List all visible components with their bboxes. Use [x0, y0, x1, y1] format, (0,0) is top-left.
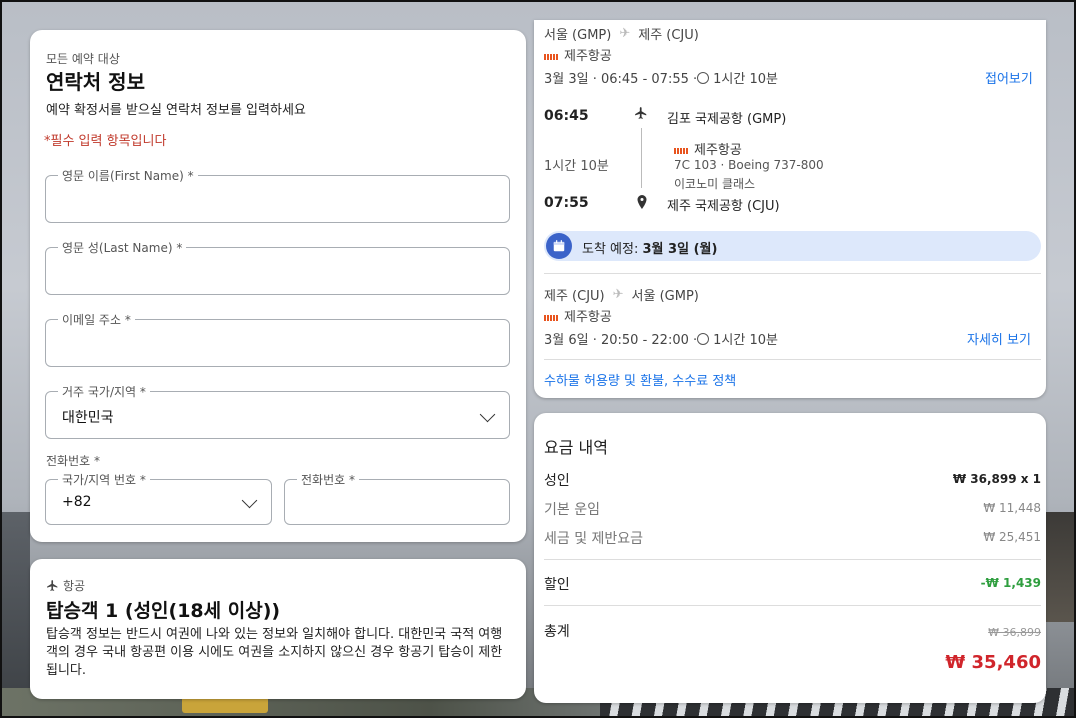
outbound-route: 서울 (GMP) ✈ 제주 (CJU): [544, 24, 699, 43]
location-pin-icon: [636, 194, 648, 213]
base-fare-label: 기본 운임: [544, 502, 600, 518]
outbound-airline-name: 제주항공: [564, 49, 612, 64]
last-name-field[interactable]: 영문 성(Last Name) *: [45, 239, 510, 295]
details-link[interactable]: 자세히 보기: [967, 329, 1031, 348]
return-route: 제주 (CJU) ✈ 서울 (GMP): [544, 285, 699, 304]
email-field[interactable]: 이메일 주소 *: [45, 311, 510, 367]
outbound-to: 제주 (CJU): [638, 28, 699, 43]
contact-eyebrow: 모든 예약 대상: [46, 52, 120, 66]
phone-number-field[interactable]: 전화번호 *: [284, 471, 510, 525]
outbound-airline: 제주항공: [544, 45, 612, 64]
country-select[interactable]: 거주 국가/지역 * 대한민국: [45, 383, 510, 439]
outbound-summary-text: 3월 3일 · 06:45 - 07:55 ·: [544, 72, 698, 87]
first-name-field[interactable]: 영문 이름(First Name) *: [45, 167, 510, 223]
phone-code-select[interactable]: 국가/지역 번호 * +82: [45, 471, 272, 525]
divider: [544, 273, 1041, 274]
calendar-icon: [546, 233, 572, 259]
departure-airport: 김포 국제공항 (GMP): [667, 112, 787, 127]
adult-label: 성인: [544, 473, 570, 489]
outbound-summary: 3월 3일 · 06:45 - 07:55 · 1시간 10분: [544, 68, 778, 87]
country-value: 대한민국: [62, 410, 114, 426]
return-summary: 3월 6일 · 20:50 - 22:00 · 1시간 10분: [544, 329, 778, 348]
outbound-from: 서울 (GMP): [544, 28, 612, 43]
cabin-class: 이코노미 클래스: [674, 177, 756, 191]
timeline-line: [641, 128, 642, 188]
total-original: ₩ 36,899: [988, 626, 1041, 639]
clock-icon: [697, 332, 710, 345]
flight-info: 7C 103 · Boeing 737-800: [674, 158, 824, 172]
taxes-value: ₩ 25,451: [983, 530, 1041, 544]
price-breakdown-card: 요금 내역 성인 ₩ 36,899 x 1 기본 운임 ₩ 11,448 세금 …: [534, 413, 1046, 703]
segment-duration: 1시간 10분: [544, 159, 609, 174]
outbound-duration: 1시간 10분: [713, 72, 778, 87]
phone-number-label: 전화번호 *: [297, 471, 359, 488]
collapse-link[interactable]: 접어보기: [985, 68, 1033, 87]
last-name-label: 영문 성(Last Name) *: [58, 239, 187, 256]
total-label: 총계: [544, 624, 570, 640]
phone-code-label: 국가/지역 번호 *: [58, 471, 150, 488]
divider: [544, 605, 1041, 606]
country-label: 거주 국가/지역 *: [58, 383, 150, 400]
airplane-icon: [47, 580, 58, 591]
return-duration: 1시간 10분: [713, 333, 778, 348]
return-airline: 제주항공: [544, 306, 612, 325]
passenger-card: 항공 탑승객 1 (성인(18세 이상)) 탑승객 정보는 반드시 여권에 나와…: [30, 559, 526, 699]
policy-link[interactable]: 수하물 허용량 및 환불, 수수료 정책: [544, 370, 736, 389]
arrival-banner-text: 도착 예정: 3월 3일 (월): [582, 238, 717, 257]
arrival-banner: 도착 예정: 3월 3일 (월): [544, 231, 1041, 261]
clock-icon: [697, 71, 710, 84]
return-from: 제주 (CJU): [544, 289, 605, 304]
background-photo-right: [1046, 512, 1076, 622]
email-label: 이메일 주소 *: [58, 311, 135, 328]
phone-group-label: 전화번호 *: [46, 454, 100, 468]
arrival-label: 도착 예정:: [582, 242, 643, 257]
jeju-air-logo-icon: [674, 147, 688, 154]
passenger-eyebrow-text: 항공: [63, 579, 86, 593]
divider: [544, 359, 1041, 360]
taxes-label: 세금 및 제반요금: [544, 531, 644, 547]
flight-summary-card: 서울 (GMP) ✈ 제주 (CJU) 제주항공 3월 3일 · 06:45 -…: [534, 20, 1046, 398]
segment-airline-name: 제주항공: [694, 143, 742, 158]
departure-plane-icon: [634, 106, 648, 124]
first-name-label: 영문 이름(First Name) *: [58, 167, 198, 184]
passenger-title: 탑승객 1 (성인(18세 이상)): [46, 600, 281, 622]
contact-subtitle: 예약 확정서를 받으실 연락처 정보를 입력하세요: [46, 103, 306, 118]
required-note: *필수 입력 항목입니다: [44, 134, 167, 149]
divider: [544, 559, 1041, 560]
passenger-eyebrow: 항공: [46, 577, 85, 594]
departure-time: 06:45: [544, 108, 589, 124]
discount-label: 할인: [544, 577, 570, 593]
contact-info-card: 모든 예약 대상 연락처 정보 예약 확정서를 받으실 연락처 정보를 입력하세…: [30, 30, 526, 542]
chevron-down-icon: [241, 492, 258, 509]
phone-code-value: +82: [62, 494, 92, 510]
airplane-icon: ✈: [612, 287, 624, 302]
return-airline-name: 제주항공: [564, 310, 612, 325]
adult-value: ₩ 36,899 x 1: [952, 472, 1041, 486]
total-value: ₩ 35,460: [945, 652, 1041, 673]
arrival-date: 3월 3일 (월): [642, 242, 718, 257]
passenger-description: 탑승객 정보는 반드시 여권에 나와 있는 정보와 일치해야 합니다. 대한민국…: [46, 627, 503, 678]
segment-airline: 제주항공: [674, 139, 742, 158]
jeju-air-logo-icon: [544, 314, 558, 321]
return-to: 서울 (GMP): [631, 289, 699, 304]
return-summary-text: 3월 6일 · 20:50 - 22:00 ·: [544, 333, 698, 348]
contact-title: 연락처 정보: [46, 70, 145, 94]
base-fare-value: ₩ 11,448: [983, 501, 1041, 515]
arrival-time: 07:55: [544, 195, 589, 211]
jeju-air-logo-icon: [544, 53, 558, 60]
price-title: 요금 내역: [544, 438, 608, 457]
discount-value: -₩ 1,439: [980, 576, 1041, 590]
arrival-airport: 제주 국제공항 (CJU): [667, 199, 780, 214]
airplane-icon: ✈: [619, 26, 631, 41]
chevron-down-icon: [479, 406, 496, 423]
